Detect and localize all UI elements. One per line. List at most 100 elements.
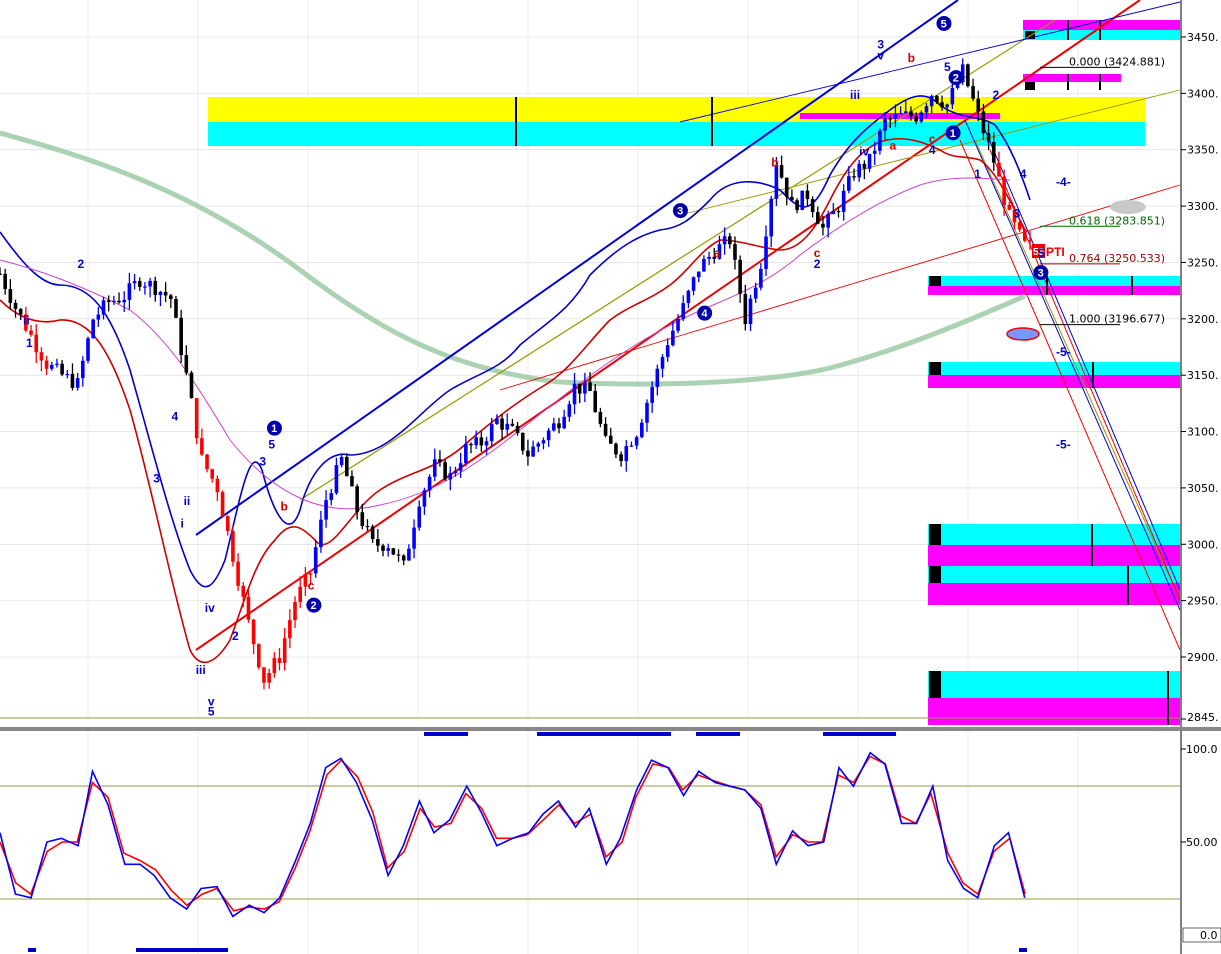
price-bar-body [546, 430, 551, 441]
price-bar-body [976, 98, 981, 112]
price-bar-body [184, 355, 189, 373]
price-bar-body [412, 527, 416, 549]
stochastic-axis: 100.0 50.00 0.0 [1180, 731, 1221, 954]
price-tick-label: 3150. [1187, 369, 1219, 382]
price-bar-body [355, 486, 359, 513]
price-bar-body [220, 492, 225, 517]
wave-label: 1 [974, 167, 981, 181]
wave-label: iv [859, 144, 869, 158]
price-bar-body [443, 462, 447, 480]
zone-anchor [929, 276, 941, 286]
price-bar-body [603, 423, 608, 436]
price-bar-body [779, 165, 784, 178]
price-bar-body [593, 390, 598, 413]
price-bar-body [924, 106, 929, 113]
wave-label-circled: 2 [953, 73, 959, 85]
wave-label-circled: 3 [1038, 268, 1044, 280]
price-bar-body [836, 210, 841, 213]
price-bar-body [422, 490, 427, 507]
stochastic-tick-50: 50.00 [1186, 836, 1218, 849]
price-bar-body [769, 198, 774, 237]
price-bar-body [950, 87, 955, 105]
price-bar-body [852, 176, 856, 178]
wave-label: 5 [944, 60, 951, 74]
price-bar-body [386, 548, 390, 551]
price-bar-body [588, 382, 592, 391]
wave-label-circled: 2 [311, 600, 317, 612]
price-bar-body [676, 318, 680, 331]
wave-label: a [889, 139, 896, 153]
price-bar-body [143, 286, 147, 288]
price-bar-body [86, 338, 90, 361]
price-tick-label: 3400. [1187, 87, 1219, 100]
price-bar-body [194, 398, 199, 439]
price-bar-body [39, 352, 44, 361]
price-bar-body [65, 373, 70, 376]
price-bar-body [821, 223, 825, 228]
price-bar-body [360, 512, 365, 526]
wave-label-circled: 1 [271, 423, 277, 435]
price-bar-body [479, 437, 484, 446]
wave-label: 2 [992, 88, 999, 102]
wave-label: b [771, 156, 778, 170]
price-bar-body [101, 300, 106, 315]
price-bar-body [598, 412, 603, 424]
price-bar-body [567, 404, 572, 417]
price-bar-body [500, 418, 504, 430]
wave-label: 4 [171, 409, 178, 423]
price-bar-body [893, 113, 898, 119]
price-bar-body [60, 363, 64, 375]
price-bar-body [971, 86, 975, 99]
price-bar-body [34, 334, 39, 353]
pane-separator [0, 727, 1221, 731]
price-bar-body [241, 585, 246, 597]
price-bar-body [489, 423, 494, 442]
wave-label: b [908, 51, 915, 65]
price-bar-body [872, 150, 877, 154]
price-bar-body [764, 236, 768, 269]
zone-magenta-3000 [928, 545, 1181, 566]
price-bar-body [655, 368, 660, 388]
price-bar-body [815, 212, 820, 224]
price-bar-body [1002, 176, 1006, 205]
price-bar-body [122, 299, 127, 303]
price-bar-body [303, 574, 308, 587]
price-bar-body [381, 545, 385, 551]
wave-label: -5- [1056, 437, 1071, 451]
price-bar-body [231, 531, 235, 562]
wave-label-circled: 5 [941, 18, 947, 30]
price-bar-body [163, 291, 168, 296]
price-bar-body [738, 259, 742, 294]
target-oval-blue [1006, 327, 1040, 341]
price-bar-body [376, 539, 380, 546]
price-bar-body [515, 425, 520, 433]
price-bar-body [748, 298, 753, 325]
price-bar-body [350, 476, 354, 487]
price-bar-body [427, 476, 432, 491]
price-bar-body [691, 277, 696, 291]
price-bar-body [640, 422, 644, 438]
price-bar-body [1023, 229, 1027, 241]
price-bar-body [210, 469, 215, 479]
zone-anchor [929, 524, 941, 545]
price-bar-body [329, 493, 334, 501]
price-bar-body [29, 330, 33, 335]
price-bar-body [702, 258, 706, 272]
price-bar-body [707, 256, 711, 259]
price-tick-label: 3450. [1187, 31, 1219, 44]
price-bar-body [339, 456, 344, 466]
pti-tag-label: PTI [1046, 245, 1065, 259]
price-bar-body [1017, 222, 1022, 230]
price-bar-body [753, 287, 758, 299]
price-bar-body [624, 446, 629, 462]
price-bar-body [308, 573, 313, 575]
zone-anchor [1025, 82, 1035, 90]
price-bar-body [18, 308, 23, 315]
price-bar-body [520, 432, 525, 451]
wave-label-circled: 1 [950, 128, 956, 140]
price-bar-body [898, 112, 903, 115]
price-bar-body [510, 423, 515, 426]
price-bar-body [903, 111, 908, 113]
price-bar-body [541, 440, 546, 444]
price-tick-label: 3300. [1187, 200, 1219, 213]
